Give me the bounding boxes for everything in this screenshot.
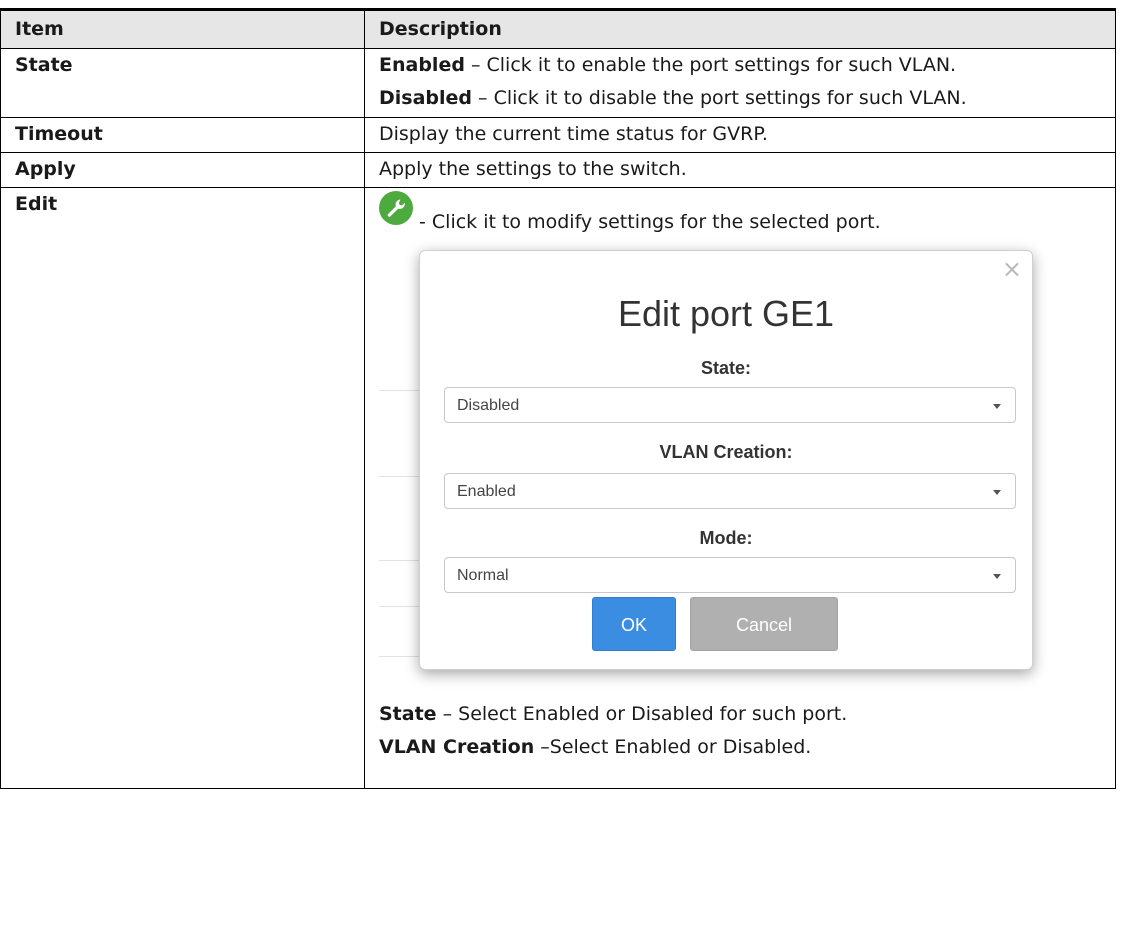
- desc-line-state-note: State – Select Enabled or Disabled for s…: [379, 698, 1101, 731]
- term-disabled: Disabled: [379, 87, 473, 109]
- term-vlan-creation: VLAN Creation: [379, 736, 535, 758]
- term-enabled: Enabled: [379, 54, 465, 76]
- state-select[interactable]: Disabled: [444, 387, 1016, 423]
- description-state: Enabled – Click it to enable the port se…: [364, 48, 1116, 118]
- background-divider: [379, 606, 419, 607]
- ok-button[interactable]: OK: [592, 597, 676, 651]
- desc-line-disabled: Disabled – Click it to disable the port …: [379, 82, 1101, 115]
- description-apply: Apply the settings to the switch.: [364, 152, 1116, 188]
- state-label: State:: [700, 358, 751, 378]
- desc-line-enabled: Enabled – Click it to enable the port se…: [379, 49, 1101, 82]
- modal-screenshot: × Edit port GE1 State: Disabled VLAN Cre…: [379, 238, 1101, 698]
- edit-port-dialog: × Edit port GE1 State: Disabled VLAN Cre…: [419, 250, 1033, 670]
- edit-description: - Click it to modify settings for the se…: [419, 211, 881, 233]
- cancel-button[interactable]: Cancel: [690, 597, 838, 651]
- state-select-value: Disabled: [457, 397, 520, 414]
- header-description: Description: [364, 8, 1116, 49]
- table-row-state: State Enabled – Click it to enable the p…: [0, 48, 1116, 118]
- mode-select-value: Normal: [457, 567, 509, 584]
- desc-line-vlan-creation-note: VLAN Creation –Select Enabled or Disable…: [379, 731, 1101, 764]
- item-apply: Apply: [0, 152, 365, 188]
- mode-select[interactable]: Normal: [444, 557, 1016, 593]
- term-state: State: [379, 703, 437, 725]
- description-table: Item Description State Enabled – Click i…: [0, 8, 1116, 789]
- vlan-creation-select-value: Enabled: [457, 483, 516, 500]
- background-divider: [379, 476, 419, 477]
- close-icon[interactable]: ×: [1002, 257, 1022, 281]
- caret-down-icon: [993, 574, 1001, 579]
- caret-down-icon: [993, 404, 1001, 409]
- edit-first-line: - Click it to modify settings for the se…: [379, 188, 1101, 238]
- description-timeout: Display the current time status for GVRP…: [364, 117, 1116, 153]
- background-divider: [379, 390, 419, 391]
- text-disabled: – Click it to disable the port settings …: [472, 87, 967, 109]
- background-divider: [379, 656, 419, 657]
- text-vlan-creation-note: –Select Enabled or Disabled.: [534, 736, 812, 758]
- header-item: Item: [0, 8, 365, 49]
- background-divider: [379, 560, 419, 561]
- table-row-apply: Apply Apply the settings to the switch.: [0, 152, 1116, 188]
- item-state: State: [0, 48, 365, 118]
- vlan-creation-label: VLAN Creation:: [659, 442, 793, 462]
- text-enabled: – Click it to enable the port settings f…: [464, 54, 957, 76]
- item-edit: Edit: [0, 187, 365, 789]
- vlan-creation-select[interactable]: Enabled: [444, 473, 1016, 509]
- table-row-timeout: Timeout Display the current time status …: [0, 117, 1116, 153]
- mode-label: Mode:: [699, 528, 753, 548]
- table-row-edit: Edit - Click it to modify settings for t…: [0, 187, 1116, 789]
- dialog-title: Edit port GE1: [617, 293, 835, 334]
- description-edit: - Click it to modify settings for the se…: [364, 187, 1116, 789]
- table-header-row: Item Description: [0, 8, 1116, 49]
- item-timeout: Timeout: [0, 117, 365, 153]
- text-state-note: – Select Enabled or Disabled for such po…: [436, 703, 848, 725]
- wrench-icon[interactable]: [379, 191, 413, 225]
- caret-down-icon: [993, 490, 1001, 495]
